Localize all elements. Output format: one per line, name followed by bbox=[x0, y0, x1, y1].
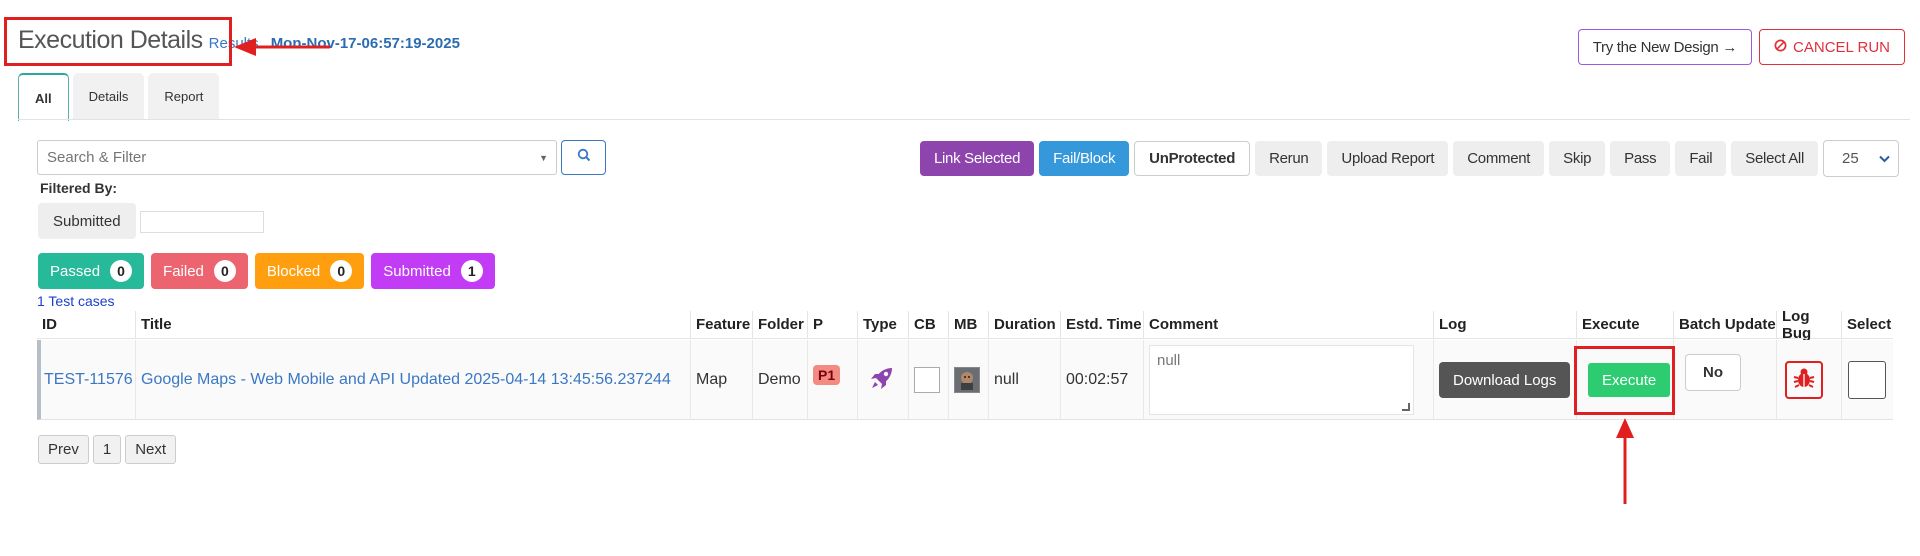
prev-page-button[interactable]: Prev bbox=[38, 435, 89, 464]
cell-folder: Demo bbox=[752, 340, 807, 420]
next-page-button[interactable]: Next bbox=[125, 435, 177, 464]
unprotected-button[interactable]: UnProtected bbox=[1134, 141, 1251, 176]
comment-text: null bbox=[1157, 352, 1181, 369]
column-header-cb[interactable]: CB bbox=[908, 311, 948, 339]
status-passed-label: Passed bbox=[50, 262, 101, 280]
rocket-icon bbox=[868, 364, 896, 397]
column-header-priority[interactable]: P bbox=[807, 311, 857, 339]
column-header-mb[interactable]: MB bbox=[948, 311, 988, 339]
cell-title: Google Maps - Web Mobile and API Updated… bbox=[135, 340, 690, 420]
fail-block-button[interactable]: Fail/Block bbox=[1039, 141, 1130, 176]
bulk-action-bar: Link Selected Fail/Block UnProtected Rer… bbox=[919, 140, 1899, 177]
cell-duration: null bbox=[988, 340, 1060, 420]
column-header-folder[interactable]: Folder bbox=[752, 311, 807, 339]
cell-priority: P1 bbox=[807, 340, 857, 420]
tab-bar: All Details Report bbox=[18, 73, 220, 121]
search-icon bbox=[577, 148, 591, 167]
page-size-value: 25 bbox=[1842, 150, 1859, 167]
status-passed-count: 0 bbox=[110, 260, 133, 282]
status-blocked-label: Blocked bbox=[266, 262, 321, 280]
status-submitted-count: 1 bbox=[460, 260, 483, 282]
test-case-count: 1 Test cases bbox=[37, 293, 115, 309]
chevron-down-icon: ▼ bbox=[539, 153, 548, 163]
tab-divider bbox=[18, 119, 1910, 120]
link-selected-button[interactable]: Link Selected bbox=[919, 141, 1035, 176]
cell-id: TEST-11576 bbox=[37, 340, 135, 420]
cell-batch-update: No bbox=[1673, 340, 1776, 420]
top-actions: Try the New Design → CANCEL RUN bbox=[1577, 29, 1905, 65]
filter-value-box[interactable] bbox=[140, 211, 264, 233]
mb-image[interactable] bbox=[954, 367, 980, 393]
pagination: Prev 1 Next bbox=[38, 435, 177, 464]
search-input[interactable] bbox=[47, 149, 527, 166]
pass-button[interactable]: Pass bbox=[1610, 141, 1671, 176]
tab-report[interactable]: Report bbox=[148, 73, 220, 119]
log-bug-button[interactable] bbox=[1785, 361, 1823, 399]
cell-mb bbox=[948, 340, 988, 420]
status-passed[interactable]: Passed 0 bbox=[38, 253, 145, 289]
cancel-run-label: CANCEL RUN bbox=[1793, 38, 1890, 56]
status-blocked[interactable]: Blocked 0 bbox=[254, 253, 365, 289]
filtered-by-label: Filtered By: bbox=[40, 180, 118, 196]
column-header-id[interactable]: ID bbox=[37, 311, 135, 339]
column-header-duration[interactable]: Duration bbox=[988, 311, 1060, 339]
column-header-select[interactable]: Select bbox=[1841, 311, 1893, 339]
annotation-arrow-up bbox=[1616, 418, 1634, 504]
column-header-feature[interactable]: Feature bbox=[690, 311, 752, 339]
status-failed-count: 0 bbox=[213, 260, 236, 282]
select-all-button[interactable]: Select All bbox=[1731, 141, 1818, 176]
column-header-batch-update[interactable]: Batch Update bbox=[1673, 311, 1776, 339]
annotation-arrow-left bbox=[234, 38, 330, 56]
filter-chip-submitted[interactable]: Submitted bbox=[38, 203, 136, 239]
cell-log-bug bbox=[1776, 340, 1841, 420]
row-select-checkbox[interactable] bbox=[1848, 361, 1886, 399]
comment-button[interactable]: Comment bbox=[1453, 141, 1545, 176]
cb-image[interactable] bbox=[914, 367, 940, 393]
column-header-comment[interactable]: Comment bbox=[1143, 311, 1433, 339]
title-highlight-box bbox=[4, 17, 232, 66]
bug-icon bbox=[1792, 366, 1816, 395]
test-id-link[interactable]: TEST-11576 bbox=[44, 371, 133, 389]
try-new-design-button[interactable]: Try the New Design → bbox=[1577, 29, 1753, 65]
cell-log: Download Logs bbox=[1433, 340, 1576, 420]
search-filter-field[interactable]: ▼ bbox=[37, 140, 557, 175]
priority-badge: P1 bbox=[813, 365, 841, 385]
column-header-execute[interactable]: Execute bbox=[1576, 311, 1673, 339]
download-logs-button[interactable]: Download Logs bbox=[1439, 362, 1571, 398]
comment-textarea[interactable]: null bbox=[1149, 345, 1414, 415]
resize-handle-icon[interactable] bbox=[1402, 403, 1410, 411]
column-header-type[interactable]: Type bbox=[857, 311, 908, 339]
status-submitted[interactable]: Submitted 1 bbox=[371, 253, 495, 289]
search-button[interactable] bbox=[561, 140, 606, 175]
page-size-select[interactable]: 25 bbox=[1823, 140, 1899, 177]
cancel-run-button[interactable]: CANCEL RUN bbox=[1759, 29, 1905, 65]
skip-button[interactable]: Skip bbox=[1549, 141, 1606, 176]
cell-cb bbox=[908, 340, 948, 420]
cell-estd-time: 00:02:57 bbox=[1060, 340, 1143, 420]
status-failed-label: Failed bbox=[163, 262, 204, 280]
execute-highlight-box bbox=[1574, 346, 1675, 415]
cancel-icon bbox=[1774, 39, 1787, 56]
column-header-title[interactable]: Title bbox=[135, 311, 690, 339]
column-header-estd-time[interactable]: Estd. Time bbox=[1060, 311, 1143, 339]
batch-update-toggle[interactable]: No bbox=[1685, 354, 1741, 391]
status-failed[interactable]: Failed 0 bbox=[151, 253, 248, 289]
column-header-log-bug[interactable]: Log Bug bbox=[1776, 308, 1841, 342]
page-1-button[interactable]: 1 bbox=[92, 435, 122, 464]
test-title-link[interactable]: Google Maps - Web Mobile and API Updated… bbox=[141, 371, 671, 389]
chevron-down-icon bbox=[1879, 150, 1890, 167]
tab-details[interactable]: Details bbox=[72, 73, 145, 119]
upload-report-button[interactable]: Upload Report bbox=[1327, 141, 1449, 176]
status-blocked-count: 0 bbox=[330, 260, 353, 282]
column-header-log[interactable]: Log bbox=[1433, 311, 1576, 339]
cell-feature: Map bbox=[690, 340, 752, 420]
cell-select bbox=[1841, 340, 1893, 420]
status-submitted-label: Submitted bbox=[383, 262, 451, 280]
cell-type bbox=[857, 340, 908, 420]
tab-all[interactable]: All bbox=[18, 73, 69, 121]
rerun-button[interactable]: Rerun bbox=[1255, 141, 1323, 176]
status-summary: Passed 0 Failed 0 Blocked 0 Submitted 1 bbox=[38, 253, 495, 289]
cell-comment: null bbox=[1143, 340, 1433, 420]
fail-button[interactable]: Fail bbox=[1675, 141, 1727, 176]
